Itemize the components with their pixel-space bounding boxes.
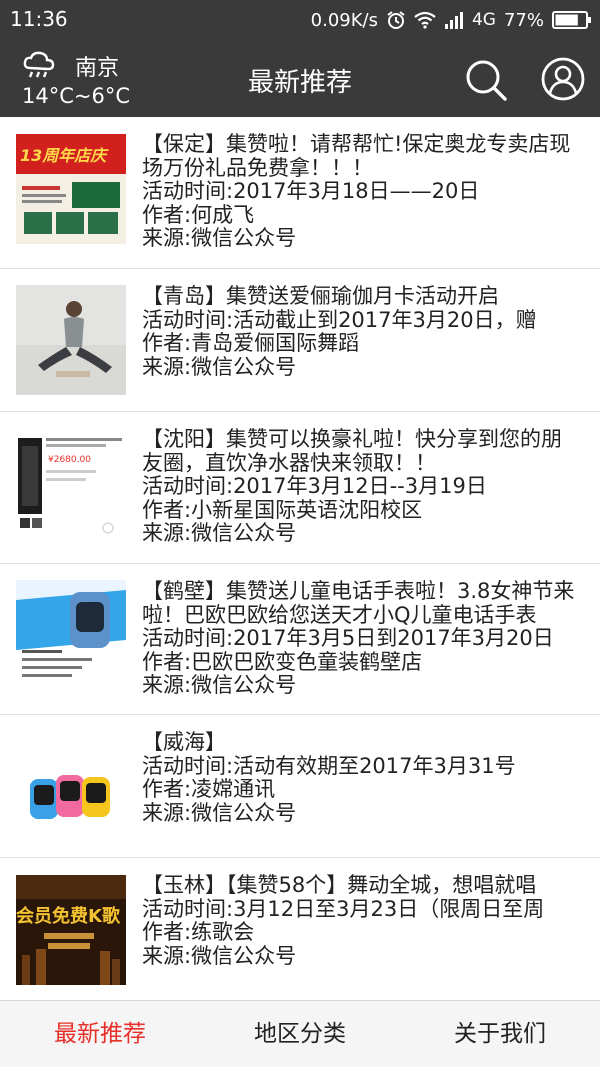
list-item[interactable]: 【鹤壁】集赞送儿童电话手表啦！3.8女神节来啦！巴欧巴欧给您送天才小Q儿童电话手… xyxy=(0,564,600,715)
item-time: 活动时间:活动截止到2017年3月20日，赠 xyxy=(142,308,537,332)
app-bar: 南京 14°C~6°C 最新推荐 xyxy=(0,40,600,117)
weather-city: 南京 xyxy=(75,56,120,81)
item-text: 【威海】 活动时间:活动有效期至2017年3月31号 作者:凌嫦通讯 来源:微信… xyxy=(142,731,578,825)
item-time: 活动时间:2017年3月12日--3月19日 xyxy=(142,475,487,498)
item-time: 活动时间:活动有效期至2017年3月31号 xyxy=(142,754,516,778)
signal-icon xyxy=(444,11,464,29)
user-profile-icon xyxy=(541,57,585,101)
item-source: 来源:微信公众号 xyxy=(142,944,297,968)
item-thumbnail xyxy=(16,580,126,690)
item-thumbnail xyxy=(16,285,126,395)
item-title: 【青岛】集赞送爱俪瑜伽月卡活动开启 xyxy=(142,285,499,308)
rain-cloud-icon xyxy=(22,48,56,86)
wifi-icon xyxy=(414,11,436,29)
search-button[interactable] xyxy=(463,57,509,103)
item-title: 【保定】集赞啦！请帮帮忙!保定奥龙专卖店现场万份礼品免费拿！！！ xyxy=(142,133,571,180)
battery-icon xyxy=(552,10,592,30)
item-title: 【鹤壁】集赞送儿童电话手表啦！3.8女神节来啦！巴欧巴欧给您送天才小Q儿童电话手… xyxy=(142,580,575,627)
item-author: 作者:巴欧巴欧变色童装鹤壁店 xyxy=(142,650,423,674)
status-time: 11:36 xyxy=(10,7,68,31)
thumb-banner-text: 会员免费K歌 xyxy=(16,905,121,927)
item-title: 【玉林】【集赞58个】舞动全城，想唱就唱 xyxy=(142,874,537,897)
item-text: 【玉林】【集赞58个】舞动全城，想唱就唱 活动时间:3月12日至3月23日（限周… xyxy=(142,874,578,968)
item-text: 【沈阳】集赞可以换豪礼啦！快分享到您的朋友圈，直饮净水器快来领取！！ 活动时间:… xyxy=(142,428,578,546)
tab-about[interactable]: 关于我们 xyxy=(400,1001,600,1067)
list-item[interactable]: 13周年店庆 【保定】集赞啦！请帮帮忙!保定奥龙专卖店现场万份礼品免费拿！！！ … xyxy=(0,117,600,269)
item-author: 作者:何成飞 xyxy=(142,203,255,227)
status-bar: 11:36 0.09K/s 4G 77% xyxy=(0,0,600,40)
activity-list[interactable]: 13周年店庆 【保定】集赞啦！请帮帮忙!保定奥龙专卖店现场万份礼品免费拿！！！ … xyxy=(0,117,600,1000)
list-item[interactable]: ¥2680.00 【沈阳】集赞可以换豪礼啦！快分享到您的朋友圈，直饮净水器快来领… xyxy=(0,412,600,564)
thumb-banner-text: 13周年店庆 xyxy=(20,146,109,165)
list-item[interactable]: 会员免费K歌 【玉林】【集赞58个】舞动全城，想唱就唱 活动时间:3月12日至3… xyxy=(0,858,600,1000)
item-text: 【保定】集赞啦！请帮帮忙!保定奥龙专卖店现场万份礼品免费拿！！！ 活动时间:20… xyxy=(142,133,578,251)
list-item[interactable]: 【青岛】集赞送爱俪瑜伽月卡活动开启 活动时间:活动截止到2017年3月20日，赠… xyxy=(0,269,600,412)
item-thumbnail: ¥2680.00 xyxy=(16,432,126,542)
item-text: 【鹤壁】集赞送儿童电话手表啦！3.8女神节来啦！巴欧巴欧给您送天才小Q儿童电话手… xyxy=(142,580,578,698)
item-author: 作者:青岛爱俪国际舞蹈 xyxy=(142,332,360,355)
alarm-icon xyxy=(386,10,406,30)
item-time: 活动时间:3月12日至3月23日（限周日至周 xyxy=(142,897,545,921)
item-source: 来源:微信公众号 xyxy=(142,355,297,379)
network-type: 4G xyxy=(471,10,496,30)
status-indicators: 0.09K/s 4G 77% xyxy=(311,7,592,33)
item-thumbnail: 13周年店庆 xyxy=(16,134,126,244)
item-author: 作者:练歌会 xyxy=(142,921,255,944)
item-author: 作者:小新星国际英语沈阳校区 xyxy=(142,498,423,522)
item-title: 【沈阳】集赞可以换豪礼啦！快分享到您的朋友圈，直饮净水器快来领取！！ xyxy=(142,428,562,475)
item-author: 作者:凌嫦通讯 xyxy=(142,778,276,801)
net-speed: 0.09K/s xyxy=(310,9,378,31)
item-thumbnail: 会员免费K歌 xyxy=(16,875,126,985)
item-source: 来源:微信公众号 xyxy=(142,801,297,825)
item-thumbnail xyxy=(16,731,126,841)
item-time: 活动时间:2017年3月18日——20日 xyxy=(142,180,480,203)
item-source: 来源:微信公众号 xyxy=(142,674,297,697)
search-icon xyxy=(466,60,507,101)
item-time: 活动时间:2017年3月5日到2017年3月20日 xyxy=(142,627,554,650)
item-source: 来源:微信公众号 xyxy=(142,522,297,545)
list-item[interactable]: 【威海】 活动时间:活动有效期至2017年3月31号 作者:凌嫦通讯 来源:微信… xyxy=(0,715,600,858)
thumb-price-text: ¥2680.00 xyxy=(48,455,91,465)
item-source: 来源:微信公众号 xyxy=(142,227,297,250)
item-title: 【威海】 xyxy=(142,731,226,754)
bottom-nav: 最新推荐 地区分类 关于我们 xyxy=(0,1000,600,1067)
weather-temperature: 14°C~6°C xyxy=(22,84,131,108)
user-profile-button[interactable] xyxy=(540,56,586,102)
tab-latest[interactable]: 最新推荐 xyxy=(0,1001,200,1067)
tab-region[interactable]: 地区分类 xyxy=(200,1001,400,1067)
battery-percent: 77% xyxy=(503,9,544,31)
item-text: 【青岛】集赞送爱俪瑜伽月卡活动开启 活动时间:活动截止到2017年3月20日，赠… xyxy=(142,285,578,379)
